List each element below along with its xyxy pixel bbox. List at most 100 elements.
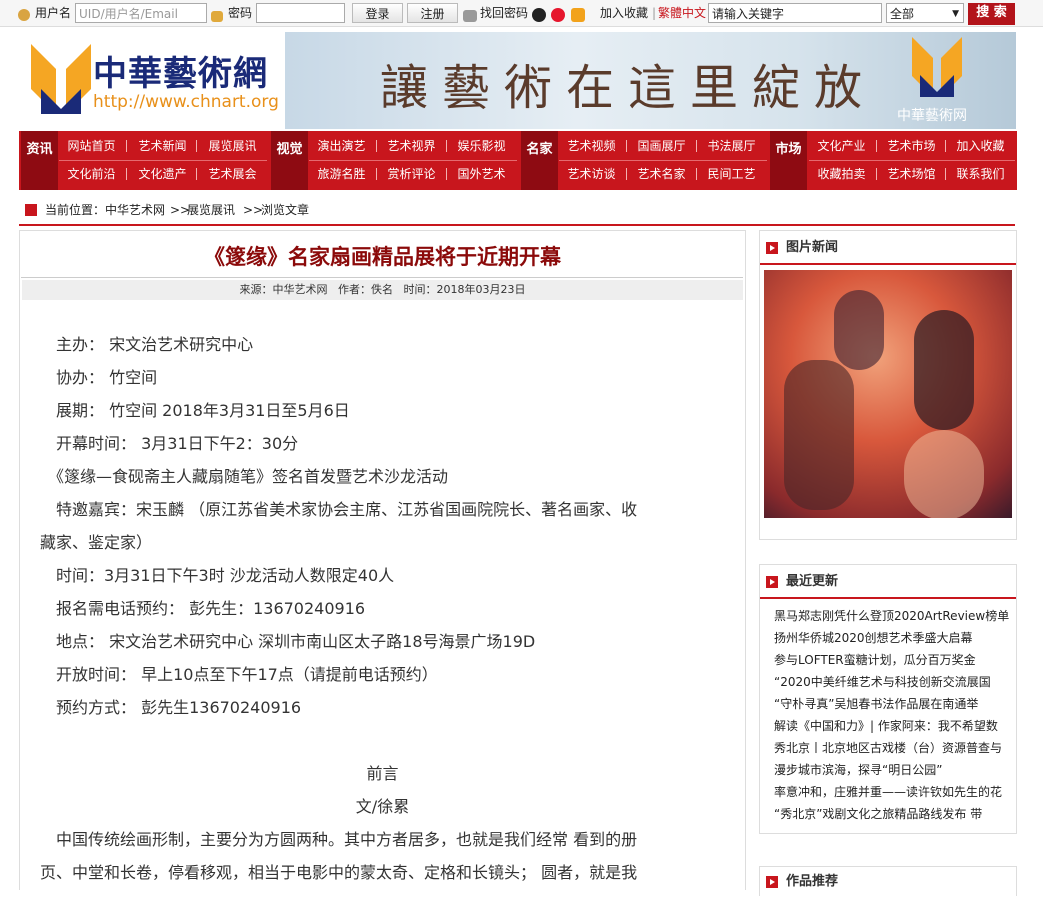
logo-name: 中華藝術網: [93, 54, 268, 94]
nav-entertainment[interactable]: 娱乐影视: [450, 132, 513, 160]
search-scope-select[interactable]: 全部 ▼: [886, 3, 964, 23]
main-nav: 资讯 网站首页 艺术新闻 展览展讯 文化前沿 文化遗产 艺术展会 视觉 演出演艺…: [19, 131, 1017, 190]
article-line: 报名需电话预约： 彭先生：13670240916: [40, 599, 366, 618]
nav-art-news[interactable]: 艺术新闻: [131, 132, 194, 160]
nav-reviews[interactable]: 赏析评论: [380, 160, 443, 188]
breadcrumb-exhibitions[interactable]: 展览展讯: [187, 198, 235, 222]
login-button[interactable]: 登录: [352, 3, 403, 23]
password-input[interactable]: [256, 3, 345, 23]
breadcrumb-icon: [25, 204, 37, 216]
article-line: 展期： 竹空间 2018年3月31日至5月6日: [40, 401, 350, 420]
weibo-icon[interactable]: [551, 3, 565, 23]
article-line: 协办： 竹空间: [40, 368, 158, 387]
article: 《篴缘》名家扇画精品展将于近期开幕 来源：中华艺术网 作者：佚名 时间：2018…: [19, 230, 746, 890]
article-meta: 来源：中华艺术网 作者：佚名 时间：2018年03月23日: [22, 280, 743, 300]
banner-mark: 中華藝術网: [897, 108, 967, 124]
photo-news-panel: 图片新闻: [759, 230, 1017, 540]
qq-icon[interactable]: [532, 3, 546, 23]
article-line: 藏家、鉴定家）: [40, 533, 153, 552]
nav-exhibitions[interactable]: 展览展讯: [201, 132, 264, 160]
nav-culture-industry[interactable]: 文化产业: [810, 132, 873, 160]
list-item[interactable]: 参与LOFTER蛮糖计划，瓜分百万奖金: [774, 651, 1014, 668]
photo-news-title: 图片新闻: [760, 231, 1016, 265]
article-line: 特邀嘉宾：宋玉麟 （原江苏省美术家协会主席、江苏省国画院院长、著名画家、收: [40, 500, 638, 519]
breadcrumb-home[interactable]: 中华艺术网: [105, 198, 165, 222]
article-title: 《篴缘》名家扇画精品展将于近期开幕: [204, 244, 561, 269]
list-item[interactable]: 黑马郑志刚凭什么登顶2020ArtReview榜单: [774, 607, 1014, 624]
nav-art-masters[interactable]: 艺术名家: [630, 160, 693, 188]
header: 中華藝術網 http://www.chnart.org 讓藝術在這里綻放 中華藝…: [19, 32, 1016, 129]
banner-slogan: 讓藝術在這里綻放: [380, 60, 877, 116]
nav-art-fairs[interactable]: 艺术展会: [201, 160, 264, 188]
article-line: 《篴缘—食砚斋主人藏扇随笔》签名首发暨艺术沙龙活动: [40, 467, 449, 486]
list-item[interactable]: 漫步城市滨海，探寻“明日公园”: [774, 761, 1014, 778]
list-item[interactable]: “2020中美纤维艺术与科技创新交流展国: [774, 673, 1014, 690]
nav-interviews[interactable]: 艺术访谈: [560, 160, 623, 188]
banner-emblem-icon: [912, 37, 962, 97]
photo-news-image[interactable]: [764, 270, 1012, 518]
latest-updates-title: 最近更新: [760, 565, 1016, 599]
username-label: 用户名: [35, 6, 72, 20]
shield-icon[interactable]: [571, 3, 585, 23]
nav-auction[interactable]: 收藏拍卖: [810, 160, 873, 188]
dropdown-arrow-icon: ▼: [952, 9, 959, 19]
list-item[interactable]: 扬州华侨城2020创想艺术季盛大启幕: [774, 629, 1014, 646]
nav-category-masters: 名家: [521, 131, 558, 190]
user-icon: [18, 3, 30, 23]
nav-folk-craft[interactable]: 民间工艺: [700, 160, 763, 188]
nav-add-bookmark[interactable]: 加入收藏: [949, 132, 1012, 160]
list-item[interactable]: “秀北京”戏剧文化之旅精品路线发布 带: [774, 805, 1014, 822]
article-line: 主办： 宋文治艺术研究中心: [40, 335, 254, 354]
list-item[interactable]: 秀北京丨北京地区古戏楼（台）资源普查与: [774, 739, 1014, 756]
bookmark-link[interactable]: 加入收藏: [600, 3, 648, 23]
search-button[interactable]: 搜 索: [968, 3, 1015, 25]
nav-home[interactable]: 网站首页: [60, 132, 123, 160]
section-marker-icon: [766, 242, 778, 254]
password-label: 密码: [228, 6, 253, 20]
nav-contact[interactable]: 联系我们: [949, 160, 1012, 188]
nav-category-visual: 视觉: [271, 131, 308, 190]
nav-category-market: 市场: [770, 131, 807, 190]
nav-travel[interactable]: 旅游名胜: [310, 160, 373, 188]
list-item[interactable]: 解读《中国和力》| 作家阿来：我不希望数: [774, 717, 1014, 734]
article-line: 开放时间： 早上10点至下午17点（请提前电话预约）: [40, 665, 438, 684]
article-line: 地点： 宋文治艺术研究中心 深圳市南山区太子路18号海景广场19D: [40, 632, 536, 651]
forgot-password-link[interactable]: 找回密码: [480, 3, 528, 23]
logo-url: http://www.chnart.org: [93, 92, 279, 112]
nav-art-video[interactable]: 艺术视频: [560, 132, 623, 160]
top-bar: 用户名 UID/用户名/Email 密码 登录 注册 找回密码 加入收藏 | 繁…: [0, 0, 1043, 27]
nav-art-market[interactable]: 艺术市场: [880, 132, 943, 160]
breadcrumb-current: 浏览文章: [261, 203, 310, 217]
nav-painting-hall[interactable]: 国画展厅: [630, 132, 693, 160]
nav-art-vision[interactable]: 艺术视界: [380, 132, 443, 160]
site-logo[interactable]: 中華藝術網 http://www.chnart.org: [19, 32, 284, 129]
search-input[interactable]: 请输入关键字: [708, 3, 882, 23]
preface-author: 文/徐累: [355, 797, 410, 816]
section-marker-icon: [766, 876, 778, 888]
nav-art-venues[interactable]: 艺术场馆: [880, 160, 943, 188]
lock-icon: [211, 3, 223, 23]
banner: 讓藝術在這里綻放 中華藝術网: [285, 32, 1016, 129]
preface-title: 前言: [366, 764, 399, 783]
username-input[interactable]: UID/用户名/Email: [75, 3, 207, 23]
article-line: 时间：3月31日下午3时 沙龙活动人数限定40人: [40, 566, 395, 585]
nav-category-news: 资讯: [21, 131, 58, 190]
article-line: 预约方式： 彭先生13670240916: [40, 698, 302, 717]
article-line: 开幕时间： 3月31日下午2：30分: [40, 434, 299, 453]
article-line: 页、中堂和长卷，停看移观，相当于电影中的蒙太奇、定格和长镜头； 圆者，就是我: [40, 863, 638, 882]
nav-foreign-art[interactable]: 国外艺术: [450, 160, 513, 188]
works-title: 作品推荐: [760, 867, 1016, 897]
register-button[interactable]: 注册: [407, 3, 458, 23]
nav-performance[interactable]: 演出演艺: [310, 132, 373, 160]
key-icon: [463, 3, 477, 23]
nav-culture-frontier[interactable]: 文化前沿: [60, 160, 123, 188]
breadcrumb: 当前位置： 中华艺术网 >> 展览展讯 >> 浏览文章: [19, 198, 1015, 226]
nav-heritage[interactable]: 文化遗产: [131, 160, 194, 188]
logo-emblem-icon: [31, 44, 91, 114]
list-item[interactable]: 率意冲和，庄雅并重——读许钦如先生的花: [774, 783, 1014, 800]
list-item[interactable]: “守朴寻真”吴旭春书法作品展在南通举: [774, 695, 1014, 712]
section-marker-icon: [766, 576, 778, 588]
works-panel: 作品推荐: [759, 866, 1017, 896]
nav-calligraphy-hall[interactable]: 书法展厅: [700, 132, 763, 160]
traditional-chinese-link[interactable]: 繁體中文: [658, 3, 706, 23]
